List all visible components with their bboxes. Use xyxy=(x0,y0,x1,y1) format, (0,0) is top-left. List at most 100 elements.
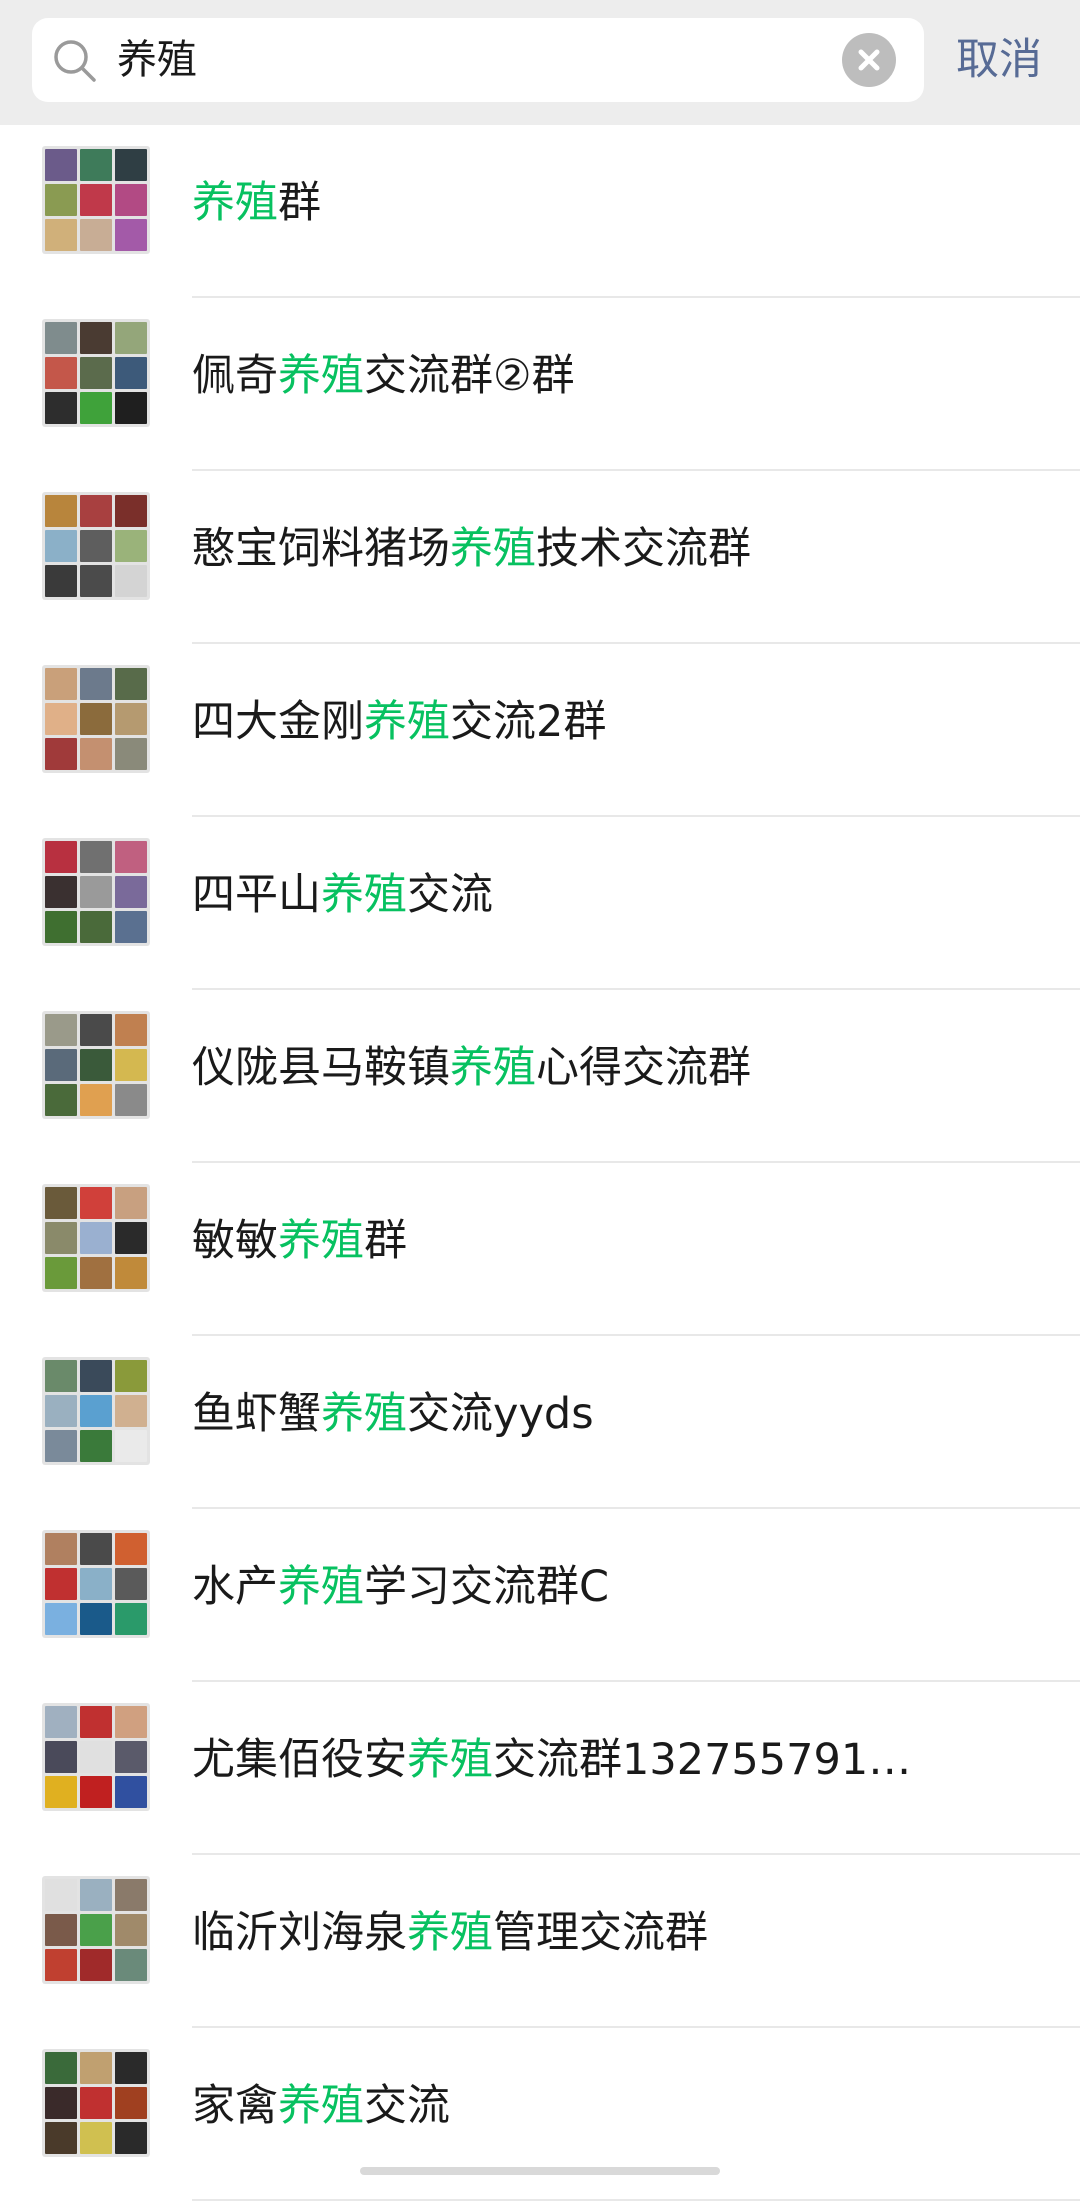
group-name: 仪陇县马鞍镇养殖心得交流群 xyxy=(192,990,751,1146)
avatar-tile xyxy=(115,1395,147,1427)
avatar-tile xyxy=(80,2087,112,2119)
group-result-item[interactable]: 养殖群 xyxy=(0,125,1080,298)
group-result-item[interactable]: 四大金刚养殖交流2群 xyxy=(0,644,1080,817)
name-prefix: 尤集佰役安 xyxy=(192,1735,407,1785)
avatar-tile xyxy=(80,703,112,735)
avatar-tile xyxy=(80,2122,112,2154)
group-result-item[interactable]: 四平山养殖交流 xyxy=(0,817,1080,990)
avatar-tile xyxy=(115,530,147,562)
avatar-tile xyxy=(45,2122,77,2154)
group-result-item[interactable]: 憨宝饲料猪场养殖技术交流群 xyxy=(0,471,1080,644)
avatar-tile xyxy=(45,219,77,251)
avatar-tile xyxy=(115,1879,147,1911)
avatar-tile xyxy=(80,668,112,700)
avatar-tile xyxy=(45,357,77,389)
group-result-item[interactable]: 鱼虾蟹养殖交流yyds xyxy=(0,1336,1080,1509)
search-box[interactable]: 养殖 xyxy=(32,18,924,102)
name-suffix: 技术交流群 xyxy=(536,524,751,574)
avatar-tile xyxy=(115,1603,147,1635)
avatar-tile xyxy=(115,1706,147,1738)
avatar-tile xyxy=(115,565,147,597)
home-indicator[interactable] xyxy=(360,2167,720,2175)
avatar-tile xyxy=(45,1257,77,1289)
avatar-tile xyxy=(115,1222,147,1254)
cancel-button[interactable]: 取消 xyxy=(956,18,1042,102)
avatar-tile xyxy=(45,1395,77,1427)
group-result-item[interactable]: 水产养殖学习交流群C xyxy=(0,1509,1080,1682)
avatar-tile xyxy=(80,184,112,216)
name-highlight: 养殖 xyxy=(192,178,278,228)
group-avatar xyxy=(42,1703,150,1811)
name-highlight: 养殖 xyxy=(407,1908,493,1958)
avatar-tile xyxy=(115,1776,147,1808)
name-suffix: 群 xyxy=(278,178,321,228)
avatar-tile xyxy=(45,184,77,216)
avatar-tile xyxy=(80,1187,112,1219)
avatar-tile xyxy=(115,1949,147,1981)
avatar-tile xyxy=(115,1187,147,1219)
group-avatar xyxy=(42,492,150,600)
group-name: 家禽养殖交流 xyxy=(192,2028,450,2184)
avatar-tile xyxy=(115,1914,147,1946)
avatar-tile xyxy=(45,565,77,597)
group-name: 憨宝饲料猪场养殖技术交流群 xyxy=(192,471,751,627)
group-result-item[interactable]: 临沂刘海泉养殖管理交流群 xyxy=(0,1855,1080,2028)
avatar-tile xyxy=(80,149,112,181)
name-prefix: 憨宝饲料猪场 xyxy=(192,524,450,574)
avatar-tile xyxy=(115,2052,147,2084)
name-prefix: 敏敏 xyxy=(192,1216,278,1266)
group-result-item[interactable]: 佩奇养殖交流群②群 xyxy=(0,298,1080,471)
group-result-item[interactable]: 敏敏养殖群 xyxy=(0,1163,1080,1336)
avatar-tile xyxy=(80,1603,112,1635)
avatar-tile xyxy=(80,1014,112,1046)
avatar-tile xyxy=(80,1949,112,1981)
avatar-tile xyxy=(80,1430,112,1462)
avatar-tile xyxy=(80,392,112,424)
close-icon xyxy=(858,49,880,71)
avatar-tile xyxy=(115,1741,147,1773)
group-avatar xyxy=(42,2049,150,2157)
avatar-tile xyxy=(80,841,112,873)
name-prefix: 鱼虾蟹 xyxy=(192,1389,321,1439)
group-result-item[interactable]: 家禽养殖交流 xyxy=(0,2028,1080,2201)
avatar-tile xyxy=(80,495,112,527)
group-result-item[interactable]: 尤集佰役安养殖交流群132755791… xyxy=(0,1682,1080,1855)
name-highlight: 养殖 xyxy=(278,351,364,401)
avatar-tile xyxy=(80,565,112,597)
avatar-tile xyxy=(80,1533,112,1565)
name-prefix: 临沂刘海泉 xyxy=(192,1908,407,1958)
avatar-tile xyxy=(80,357,112,389)
avatar-tile xyxy=(115,703,147,735)
avatar-tile xyxy=(45,392,77,424)
avatar-tile xyxy=(80,1914,112,1946)
avatar-tile xyxy=(115,149,147,181)
search-input[interactable]: 养殖 xyxy=(117,18,197,102)
group-avatar xyxy=(42,146,150,254)
avatar-tile xyxy=(115,2122,147,2154)
group-name: 四大金刚养殖交流2群 xyxy=(192,644,606,800)
avatar-tile xyxy=(115,184,147,216)
avatar-tile xyxy=(80,876,112,908)
avatar-tile xyxy=(45,530,77,562)
avatar-tile xyxy=(45,1914,77,1946)
name-highlight: 养殖 xyxy=(321,1389,407,1439)
avatar-tile xyxy=(80,1879,112,1911)
group-result-item[interactable]: 仪陇县马鞍镇养殖心得交流群 xyxy=(0,990,1080,1163)
avatar-tile xyxy=(45,1603,77,1635)
avatar-tile xyxy=(115,668,147,700)
avatar-tile xyxy=(115,1084,147,1116)
avatar-tile xyxy=(80,1568,112,1600)
group-name: 佩奇养殖交流群②群 xyxy=(192,298,575,454)
group-avatar xyxy=(42,319,150,427)
name-suffix: 群 xyxy=(364,1216,407,1266)
avatar-tile xyxy=(80,322,112,354)
avatar-tile xyxy=(115,392,147,424)
avatar-tile xyxy=(45,1879,77,1911)
group-name: 敏敏养殖群 xyxy=(192,1163,407,1319)
name-suffix: 学习交流群C xyxy=(364,1562,610,1612)
avatar-tile xyxy=(115,1430,147,1462)
avatar-tile xyxy=(45,1049,77,1081)
avatar-tile xyxy=(45,495,77,527)
clear-search-button[interactable] xyxy=(842,33,896,87)
avatar-tile xyxy=(115,219,147,251)
